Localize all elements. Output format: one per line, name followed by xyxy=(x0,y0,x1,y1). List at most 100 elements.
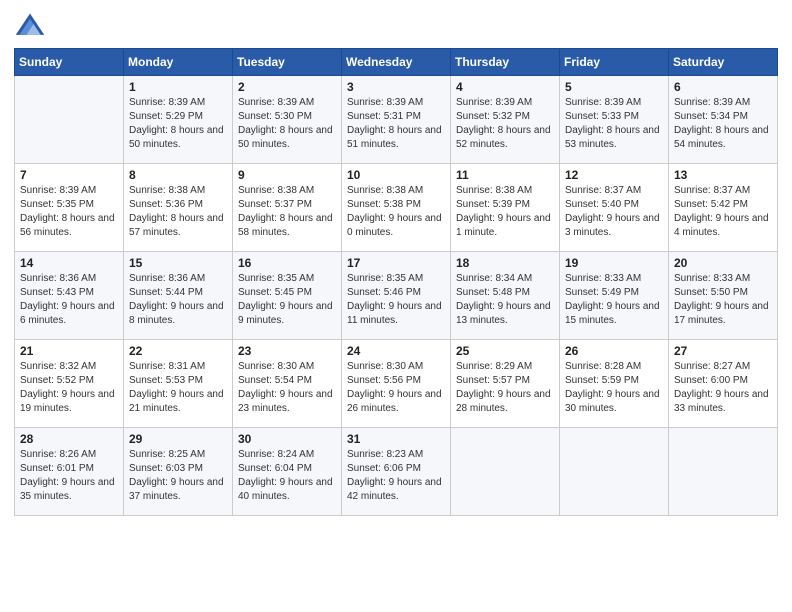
day-cell: 13 Sunrise: 8:37 AMSunset: 5:42 PMDayligh… xyxy=(669,164,778,252)
day-cell: 8 Sunrise: 8:38 AMSunset: 5:36 PMDaylight… xyxy=(124,164,233,252)
day-info: Sunrise: 8:35 AMSunset: 5:46 PMDaylight:… xyxy=(347,272,445,328)
day-cell xyxy=(451,428,560,516)
day-number: 23 xyxy=(238,344,336,358)
day-cell: 24 Sunrise: 8:30 AMSunset: 5:56 PMDayligh… xyxy=(342,340,451,428)
day-info: Sunrise: 8:39 AMSunset: 5:35 PMDaylight:… xyxy=(20,184,118,240)
day-info: Sunrise: 8:37 AMSunset: 5:42 PMDaylight:… xyxy=(674,184,772,240)
page: SundayMondayTuesdayWednesdayThursdayFrid… xyxy=(0,0,792,612)
day-number: 4 xyxy=(456,80,554,94)
day-cell: 11 Sunrise: 8:38 AMSunset: 5:39 PMDayligh… xyxy=(451,164,560,252)
day-number: 13 xyxy=(674,168,772,182)
day-number: 24 xyxy=(347,344,445,358)
col-header-tuesday: Tuesday xyxy=(233,49,342,76)
day-number: 27 xyxy=(674,344,772,358)
day-number: 5 xyxy=(565,80,663,94)
day-info: Sunrise: 8:30 AMSunset: 5:54 PMDaylight:… xyxy=(238,360,336,416)
day-cell: 26 Sunrise: 8:28 AMSunset: 5:59 PMDayligh… xyxy=(560,340,669,428)
day-cell: 3 Sunrise: 8:39 AMSunset: 5:31 PMDaylight… xyxy=(342,76,451,164)
day-number: 2 xyxy=(238,80,336,94)
day-info: Sunrise: 8:23 AMSunset: 6:06 PMDaylight:… xyxy=(347,448,445,504)
day-cell: 7 Sunrise: 8:39 AMSunset: 5:35 PMDaylight… xyxy=(15,164,124,252)
day-number: 6 xyxy=(674,80,772,94)
day-info: Sunrise: 8:32 AMSunset: 5:52 PMDaylight:… xyxy=(20,360,118,416)
day-number: 20 xyxy=(674,256,772,270)
day-info: Sunrise: 8:35 AMSunset: 5:45 PMDaylight:… xyxy=(238,272,336,328)
day-number: 8 xyxy=(129,168,227,182)
day-info: Sunrise: 8:39 AMSunset: 5:30 PMDaylight:… xyxy=(238,96,336,152)
day-cell: 21 Sunrise: 8:32 AMSunset: 5:52 PMDayligh… xyxy=(15,340,124,428)
day-info: Sunrise: 8:39 AMSunset: 5:29 PMDaylight:… xyxy=(129,96,227,152)
day-info: Sunrise: 8:24 AMSunset: 6:04 PMDaylight:… xyxy=(238,448,336,504)
day-cell: 4 Sunrise: 8:39 AMSunset: 5:32 PMDaylight… xyxy=(451,76,560,164)
day-number: 28 xyxy=(20,432,118,446)
day-number: 26 xyxy=(565,344,663,358)
day-info: Sunrise: 8:28 AMSunset: 5:59 PMDaylight:… xyxy=(565,360,663,416)
day-number: 10 xyxy=(347,168,445,182)
week-row-3: 14 Sunrise: 8:36 AMSunset: 5:43 PMDayligh… xyxy=(15,252,778,340)
day-info: Sunrise: 8:36 AMSunset: 5:43 PMDaylight:… xyxy=(20,272,118,328)
day-number: 21 xyxy=(20,344,118,358)
day-number: 29 xyxy=(129,432,227,446)
day-info: Sunrise: 8:39 AMSunset: 5:33 PMDaylight:… xyxy=(565,96,663,152)
day-cell: 22Sunrise: 8:31 AMSunset: 5:53 PMDayligh… xyxy=(124,340,233,428)
week-row-1: 1 Sunrise: 8:39 AMSunset: 5:29 PMDaylight… xyxy=(15,76,778,164)
col-header-monday: Monday xyxy=(124,49,233,76)
week-row-2: 7 Sunrise: 8:39 AMSunset: 5:35 PMDaylight… xyxy=(15,164,778,252)
day-cell: 14 Sunrise: 8:36 AMSunset: 5:43 PMDayligh… xyxy=(15,252,124,340)
day-cell: 31 Sunrise: 8:23 AMSunset: 6:06 PMDayligh… xyxy=(342,428,451,516)
day-number: 30 xyxy=(238,432,336,446)
day-cell: 27 Sunrise: 8:27 AMSunset: 6:00 PMDayligh… xyxy=(669,340,778,428)
day-number: 31 xyxy=(347,432,445,446)
day-cell: 18 Sunrise: 8:34 AMSunset: 5:48 PMDayligh… xyxy=(451,252,560,340)
day-cell: 2 Sunrise: 8:39 AMSunset: 5:30 PMDaylight… xyxy=(233,76,342,164)
week-row-4: 21 Sunrise: 8:32 AMSunset: 5:52 PMDayligh… xyxy=(15,340,778,428)
day-cell xyxy=(15,76,124,164)
day-number: 15 xyxy=(129,256,227,270)
day-number: 7 xyxy=(20,168,118,182)
day-cell: 17Sunrise: 8:35 AMSunset: 5:46 PMDayligh… xyxy=(342,252,451,340)
header xyxy=(14,10,778,42)
col-header-wednesday: Wednesday xyxy=(342,49,451,76)
day-number: 18 xyxy=(456,256,554,270)
day-info: Sunrise: 8:39 AMSunset: 5:31 PMDaylight:… xyxy=(347,96,445,152)
day-cell xyxy=(669,428,778,516)
day-cell: 30 Sunrise: 8:24 AMSunset: 6:04 PMDayligh… xyxy=(233,428,342,516)
day-number: 19 xyxy=(565,256,663,270)
logo xyxy=(14,10,50,42)
day-info: Sunrise: 8:30 AMSunset: 5:56 PMDaylight:… xyxy=(347,360,445,416)
day-info: Sunrise: 8:36 AMSunset: 5:44 PMDaylight:… xyxy=(129,272,227,328)
calendar-table: SundayMondayTuesdayWednesdayThursdayFrid… xyxy=(14,48,778,516)
day-number: 22 xyxy=(129,344,227,358)
day-cell: 28 Sunrise: 8:26 AMSunset: 6:01 PMDayligh… xyxy=(15,428,124,516)
day-number: 9 xyxy=(238,168,336,182)
day-cell: 10 Sunrise: 8:38 AMSunset: 5:38 PMDayligh… xyxy=(342,164,451,252)
day-number: 16 xyxy=(238,256,336,270)
day-info: Sunrise: 8:26 AMSunset: 6:01 PMDaylight:… xyxy=(20,448,118,504)
day-number: 14 xyxy=(20,256,118,270)
day-info: Sunrise: 8:38 AMSunset: 5:38 PMDaylight:… xyxy=(347,184,445,240)
day-info: Sunrise: 8:33 AMSunset: 5:49 PMDaylight:… xyxy=(565,272,663,328)
day-number: 1 xyxy=(129,80,227,94)
day-info: Sunrise: 8:38 AMSunset: 5:39 PMDaylight:… xyxy=(456,184,554,240)
header-row: SundayMondayTuesdayWednesdayThursdayFrid… xyxy=(15,49,778,76)
day-info: Sunrise: 8:34 AMSunset: 5:48 PMDaylight:… xyxy=(456,272,554,328)
day-number: 3 xyxy=(347,80,445,94)
day-number: 25 xyxy=(456,344,554,358)
day-info: Sunrise: 8:38 AMSunset: 5:37 PMDaylight:… xyxy=(238,184,336,240)
col-header-saturday: Saturday xyxy=(669,49,778,76)
week-row-5: 28 Sunrise: 8:26 AMSunset: 6:01 PMDayligh… xyxy=(15,428,778,516)
day-number: 11 xyxy=(456,168,554,182)
day-info: Sunrise: 8:39 AMSunset: 5:32 PMDaylight:… xyxy=(456,96,554,152)
day-cell: 15 Sunrise: 8:36 AMSunset: 5:44 PMDayligh… xyxy=(124,252,233,340)
day-cell: 6Sunrise: 8:39 AMSunset: 5:34 PMDaylight… xyxy=(669,76,778,164)
day-cell xyxy=(560,428,669,516)
day-info: Sunrise: 8:29 AMSunset: 5:57 PMDaylight:… xyxy=(456,360,554,416)
day-info: Sunrise: 8:25 AMSunset: 6:03 PMDaylight:… xyxy=(129,448,227,504)
day-cell: 16 Sunrise: 8:35 AMSunset: 5:45 PMDayligh… xyxy=(233,252,342,340)
day-info: Sunrise: 8:27 AMSunset: 6:00 PMDaylight:… xyxy=(674,360,772,416)
day-info: Sunrise: 8:37 AMSunset: 5:40 PMDaylight:… xyxy=(565,184,663,240)
day-cell: 20Sunrise: 8:33 AMSunset: 5:50 PMDayligh… xyxy=(669,252,778,340)
day-cell: 19 Sunrise: 8:33 AMSunset: 5:49 PMDayligh… xyxy=(560,252,669,340)
day-cell: 29 Sunrise: 8:25 AMSunset: 6:03 PMDayligh… xyxy=(124,428,233,516)
day-info: Sunrise: 8:38 AMSunset: 5:36 PMDaylight:… xyxy=(129,184,227,240)
